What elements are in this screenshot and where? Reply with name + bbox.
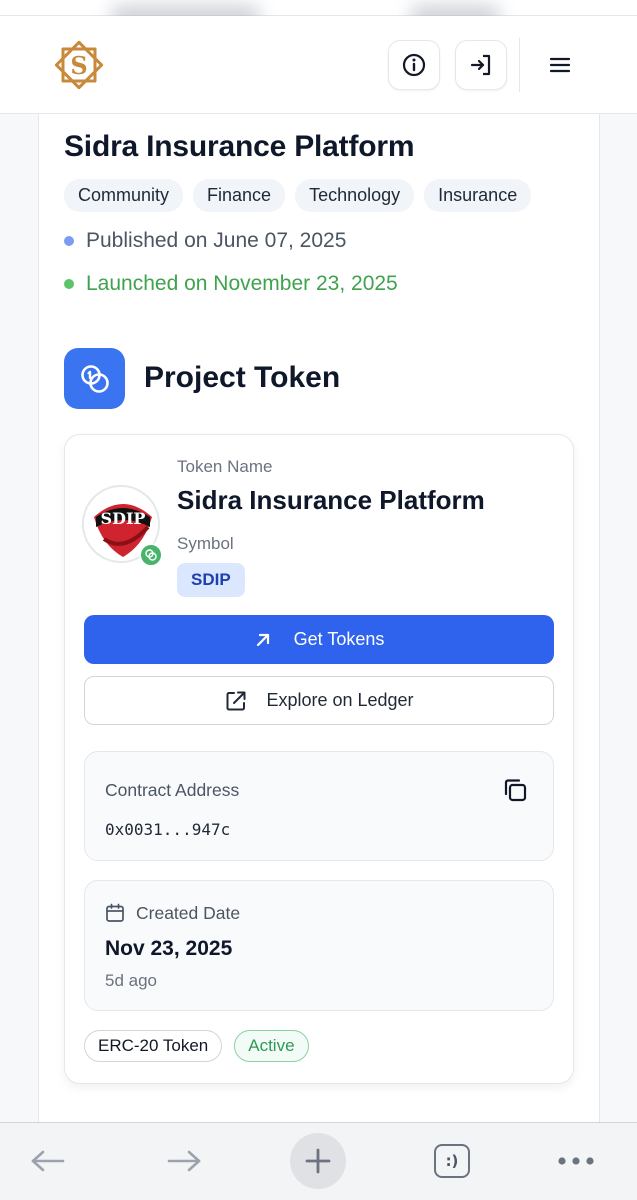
launched-date: Launched on November 23, 2025 (64, 272, 398, 296)
arrow-up-right-icon (256, 633, 269, 646)
status-dot-icon (64, 236, 74, 246)
token-section-icon (64, 348, 125, 409)
menu-button[interactable] (540, 48, 580, 82)
svg-text:S: S (70, 51, 87, 80)
created-date-value: Nov 23, 2025 (105, 937, 233, 960)
published-date: Published on June 07, 2025 (64, 229, 346, 253)
coins-icon (80, 364, 109, 393)
app-header: S (0, 16, 637, 114)
tag-community[interactable]: Community (64, 179, 184, 212)
explore-ledger-button[interactable]: Explore on Ledger (84, 676, 554, 725)
created-relative-time: 5d ago (105, 971, 157, 990)
created-date-box: Created Date Nov 23, 2025 5d ago (84, 880, 554, 1011)
svg-text:SDIP: SDIP (101, 509, 146, 528)
contract-address-label: Contract Address (105, 780, 240, 800)
explore-ledger-label: Explore on Ledger (266, 690, 414, 710)
tag-technology[interactable]: Technology (295, 179, 415, 212)
info-icon (402, 53, 426, 77)
project-title: Sidra Insurance Platform (64, 130, 415, 163)
contract-address-value: 0x0031...947c (105, 820, 231, 839)
calendar-icon (106, 903, 124, 922)
sidra-logo[interactable]: S (50, 36, 108, 94)
tag-finance[interactable]: Finance (193, 179, 286, 212)
more-dots-icon (558, 1157, 594, 1165)
token-badges: ERC-20 Token Active (84, 1030, 309, 1062)
coins-icon (145, 549, 157, 561)
published-text: Published on June 07, 2025 (86, 229, 347, 252)
token-name-label: Token Name (177, 457, 273, 476)
info-button[interactable] (388, 40, 440, 90)
created-date-label: Created Date (136, 903, 241, 923)
tabs-icon: :) (434, 1144, 470, 1178)
menu-icon (549, 57, 571, 73)
token-name: Sidra Insurance Platform (177, 485, 485, 515)
contract-address-box: Contract Address 0x0031...947c (84, 751, 554, 861)
arrow-left-icon (31, 1150, 65, 1172)
external-link-icon (226, 691, 246, 710)
symbol-badge: SDIP (177, 563, 245, 597)
get-tokens-label: Get Tokens (293, 629, 385, 649)
status-dot-icon (64, 279, 74, 289)
more-options-button[interactable] (552, 1133, 600, 1189)
login-button[interactable] (455, 40, 507, 90)
copy-icon (504, 779, 527, 802)
tabs-button[interactable]: :) (430, 1133, 474, 1189)
arrow-right-icon (167, 1150, 201, 1172)
get-tokens-button[interactable]: Get Tokens (84, 615, 554, 664)
status-badge: Active (234, 1030, 309, 1062)
token-card: SDIP Token Name Sidra Insurance Platform… (64, 434, 574, 1084)
login-icon (470, 54, 491, 76)
header-divider (519, 38, 520, 92)
forward-button[interactable] (158, 1133, 210, 1189)
back-button[interactable] (22, 1133, 74, 1189)
tabs-label: :) (445, 1152, 459, 1170)
project-tags: Community Finance Technology Insurance (64, 179, 532, 212)
browser-toolbar: :) (0, 1122, 637, 1200)
launched-text: Launched on November 23, 2025 (86, 272, 398, 295)
section-title: Project Token (144, 361, 341, 394)
plus-icon (305, 1148, 331, 1174)
new-tab-button[interactable] (290, 1133, 346, 1189)
token-verified-badge (139, 543, 163, 567)
status-strip (0, 0, 637, 26)
copy-button[interactable] (501, 776, 529, 804)
token-standard-badge: ERC-20 Token (84, 1030, 223, 1062)
project-card: Sidra Insurance Platform Community Finan… (38, 114, 600, 1124)
tag-insurance[interactable]: Insurance (424, 179, 532, 212)
symbol-label: Symbol (177, 534, 234, 553)
